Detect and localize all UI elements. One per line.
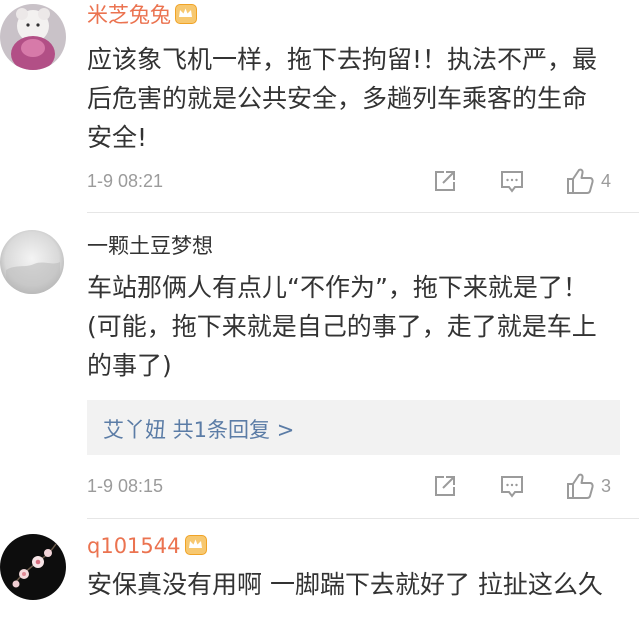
comment-icon xyxy=(501,476,523,498)
comment-text: 应该象飞机一样，拖下去拘留!！执法不严，最后危害的就是公共安全，多趟列车乘客的生… xyxy=(87,45,598,152)
comment-meta: 1-9 08:15 3 xyxy=(87,472,639,502)
share-button[interactable] xyxy=(432,472,458,500)
thumbs-up-icon xyxy=(567,168,594,194)
username-text[interactable]: q101544 xyxy=(87,534,181,558)
username-text[interactable]: 米芝兔兔 xyxy=(87,3,171,27)
like-button[interactable]: 3 xyxy=(565,472,611,500)
reply-summary-box[interactable]: 艾丫妞 共1条回复 > xyxy=(87,400,620,455)
like-button[interactable]: 4 xyxy=(565,167,611,195)
username[interactable]: q101544 xyxy=(87,533,207,559)
username-text[interactable]: 一颗土豆梦想 xyxy=(87,234,213,258)
share-icon xyxy=(435,476,455,496)
comment-button[interactable] xyxy=(499,167,525,195)
share-icon xyxy=(435,171,455,191)
comment-button[interactable] xyxy=(499,472,525,500)
avatar[interactable] xyxy=(0,534,66,600)
avatar[interactable] xyxy=(0,4,66,70)
reply-summary-link[interactable]: 艾丫妞 共1条回复 > xyxy=(103,414,294,444)
vip-crown-icon xyxy=(175,4,197,24)
divider xyxy=(87,212,639,213)
timestamp: 1-9 08:15 xyxy=(87,476,164,496)
avatar[interactable] xyxy=(0,230,64,294)
username[interactable]: 一颗土豆梦想 xyxy=(87,233,213,259)
comment-text: 车站那俩人有点儿“不作为”，拖下来就是了！(可能，拖下来就是自己的事了，走了就是… xyxy=(87,273,597,380)
like-count: 3 xyxy=(601,475,612,496)
comment-meta: 1-9 08:21 4 xyxy=(87,167,639,197)
vip-crown-icon xyxy=(184,535,207,555)
username[interactable]: 米芝兔兔 xyxy=(87,2,197,28)
divider xyxy=(87,518,639,519)
timestamp: 1-9 08:21 xyxy=(87,171,164,191)
comment-text: 安保真没有用啊 一脚踹下去就好了 拉扯这么久 xyxy=(87,570,603,599)
share-button[interactable] xyxy=(432,167,458,195)
thumbs-up-icon xyxy=(567,473,594,499)
like-count: 4 xyxy=(601,170,612,191)
comment-icon xyxy=(501,171,523,193)
